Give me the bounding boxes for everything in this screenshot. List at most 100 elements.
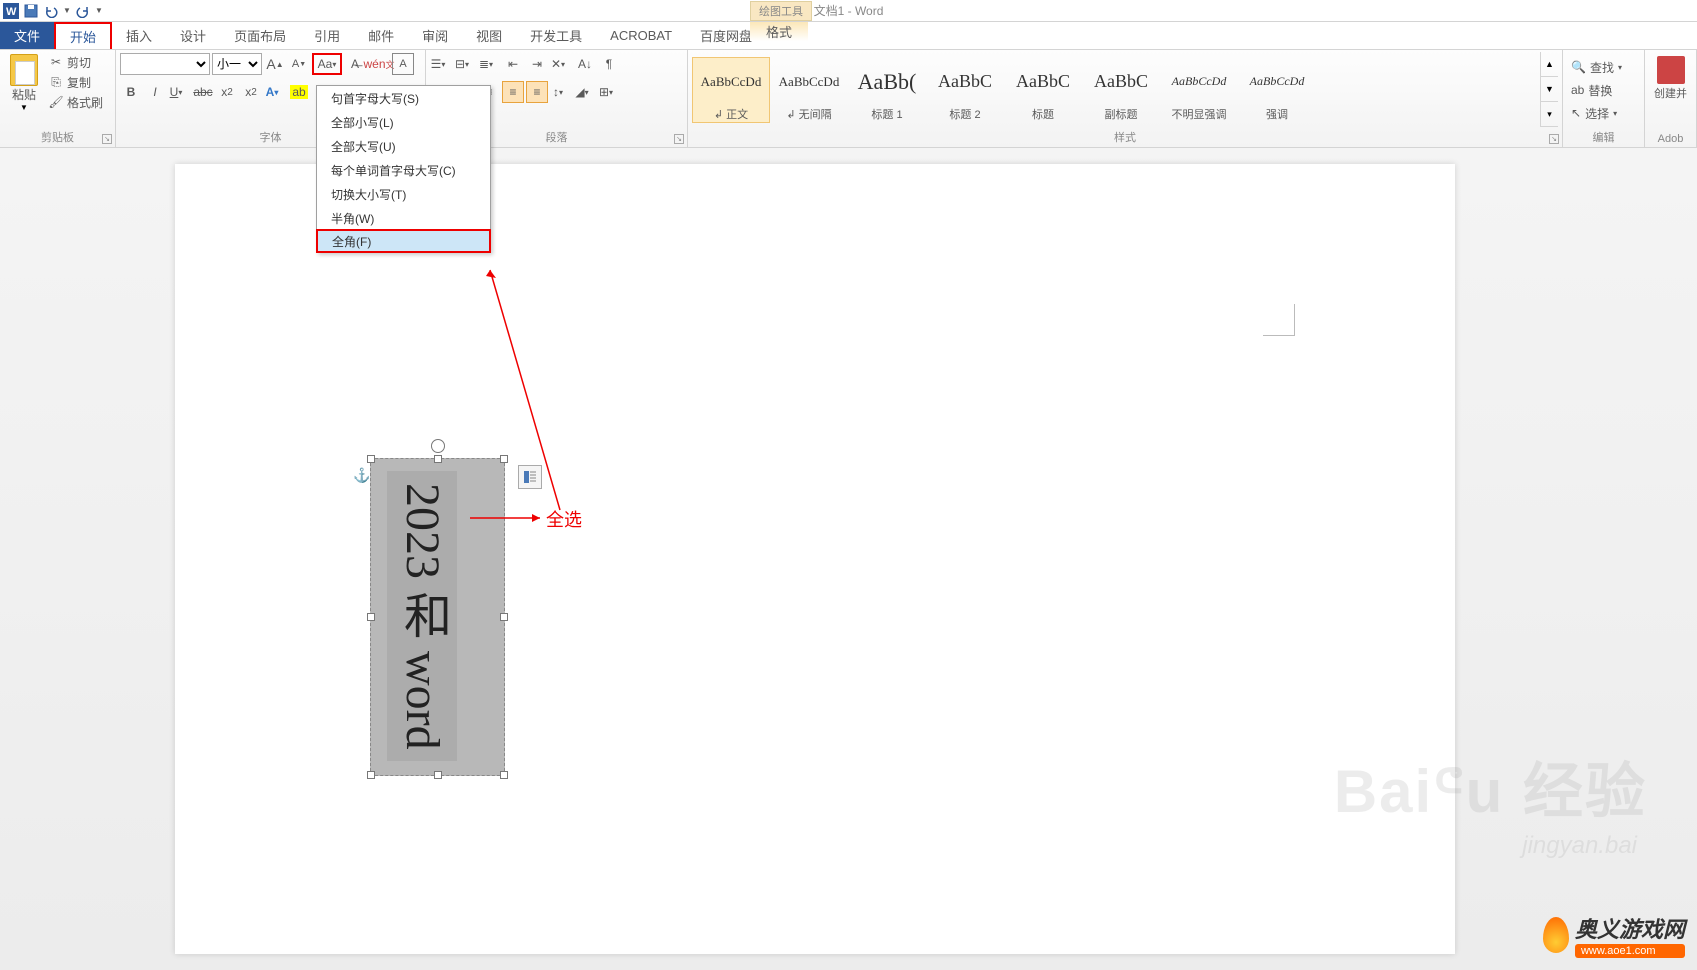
highlight-button[interactable]: ab [288,81,310,103]
document-title: 文档1 - Word [814,2,884,19]
resize-handle-ml[interactable] [367,613,375,621]
watermark-main: Baiᕪu 经验 [1334,743,1647,830]
tab-review[interactable]: 审阅 [408,22,462,49]
phonetic-guide-button[interactable]: wén文 [368,53,390,75]
styles-gallery: AaBbCcDd↲ 正文AaBbCcDd↲ 无间隔AaBb(标题 1AaBbC标… [692,52,1538,127]
annotation-arrow-2 [470,510,550,526]
case-lowercase[interactable]: 全部小写(L) [317,110,490,134]
replace-button[interactable]: ab替换 [1567,79,1640,101]
undo-dropdown-icon[interactable]: ▼ [62,2,72,20]
group-editing: 🔍查找▾ ab替换 ↖选择▾ 编辑 [1563,50,1645,147]
style-item-3[interactable]: AaBbC标题 2 [926,57,1004,123]
redo-icon[interactable] [74,2,92,20]
resize-handle-br[interactable] [500,771,508,779]
tab-developer[interactable]: 开发工具 [516,22,596,49]
strikethrough-button[interactable]: abc [192,81,214,103]
style-item-1[interactable]: AaBbCcDd↲ 无间隔 [770,57,848,123]
resize-handle-tl[interactable] [367,455,375,463]
find-button[interactable]: 🔍查找▾ [1567,56,1640,78]
tab-references[interactable]: 引用 [300,22,354,49]
style-item-6[interactable]: AaBbCcDd不明显强调 [1160,57,1238,123]
select-button[interactable]: ↖选择▾ [1567,102,1640,124]
font-size-select[interactable]: 小一 [212,53,262,75]
copy-button[interactable]: ⎘复制 [46,72,105,92]
font-name-select[interactable] [120,53,210,75]
create-pdf-icon[interactable] [1657,56,1685,84]
case-sentence[interactable]: 句首字母大写(S) [317,86,490,110]
subscript-button[interactable]: x2 [216,81,238,103]
annotation-label: 全选 [546,506,582,532]
undo-icon[interactable] [42,2,60,20]
case-full-width[interactable]: 全角(F) [316,229,491,253]
decrease-indent-button[interactable]: ⇤ [502,53,524,75]
group-adobe: 创建并 Adob [1645,50,1697,147]
rotate-handle[interactable] [431,439,445,453]
resize-handle-mr[interactable] [500,613,508,621]
show-marks-button[interactable]: ¶ [598,53,620,75]
case-uppercase[interactable]: 全部大写(U) [317,134,490,158]
sort-button[interactable]: A↓ [574,53,596,75]
title-bar: W ▼ ▼ 文档1 - Word 绘图工具 [0,0,1697,22]
superscript-button[interactable]: x2 [240,81,262,103]
numbering-button[interactable]: ⊟▾ [454,53,476,75]
style-item-4[interactable]: AaBbC标题 [1004,57,1082,123]
ribbon-tabs: 文件 开始 插入 设计 页面布局 引用 邮件 审阅 视图 开发工具 ACROBA… [0,22,1697,50]
paragraph-dialog-launcher[interactable]: ↘ [674,134,684,144]
qat-customize-icon[interactable]: ▼ [94,2,104,20]
style-item-5[interactable]: AaBbC副标题 [1082,57,1160,123]
gallery-scroll-down[interactable]: ▼ [1541,77,1558,102]
clipboard-dialog-launcher[interactable]: ↘ [102,134,112,144]
tab-insert[interactable]: 插入 [112,22,166,49]
character-border-button[interactable]: A [392,53,414,75]
bold-button[interactable]: B [120,81,142,103]
line-spacing-button[interactable]: ↕▾ [550,81,572,103]
case-capitalize-each[interactable]: 每个单词首字母大写(C) [317,158,490,182]
tab-home[interactable]: 开始 [54,22,112,49]
styles-dialog-launcher[interactable]: ↘ [1549,134,1559,144]
grow-font-button[interactable]: A▲ [264,53,286,75]
word-app-icon[interactable]: W [2,2,20,20]
tab-acrobat[interactable]: ACROBAT [596,22,686,49]
borders-button[interactable]: ⊞▾ [598,81,620,103]
distribute-button[interactable]: ≡ [526,81,548,103]
page[interactable] [175,164,1455,954]
shrink-font-button[interactable]: A▼ [288,53,310,75]
shading-button[interactable]: ◢▾ [574,81,596,103]
resize-handle-mb[interactable] [434,771,442,779]
style-item-7[interactable]: AaBbCcDd强调 [1238,57,1316,123]
paste-icon [10,54,38,86]
italic-button[interactable]: I [144,81,166,103]
text-effects-button[interactable]: A▾ [264,81,286,103]
tab-format[interactable]: 格式 [750,22,808,41]
group-styles: AaBbCcDd↲ 正文AaBbCcDd↲ 无间隔AaBb(标题 1AaBbC标… [688,50,1563,147]
style-item-0[interactable]: AaBbCcDd↲ 正文 [692,57,770,123]
tab-page-layout[interactable]: 页面布局 [220,22,300,49]
save-icon[interactable] [22,2,40,20]
group-clipboard: 粘贴 ▼ ✂剪切 ⎘复制 🖌格式刷 剪贴板 ↘ [0,50,116,147]
bullets-button[interactable]: ☰▾ [430,53,452,75]
paste-button[interactable]: 粘贴 ▼ [4,52,44,112]
tab-mailings[interactable]: 邮件 [354,22,408,49]
resize-handle-mt[interactable] [434,455,442,463]
tab-view[interactable]: 视图 [462,22,516,49]
justify-button[interactable]: ≡ [502,81,524,103]
cut-button[interactable]: ✂剪切 [46,52,105,72]
gallery-scroll-up[interactable]: ▲ [1541,52,1558,77]
vertical-text-content[interactable]: 2023 和 word [387,471,457,761]
asian-layout-button[interactable]: ✕▾ [550,53,572,75]
format-painter-button[interactable]: 🖌格式刷 [46,92,105,112]
style-item-2[interactable]: AaBb(标题 1 [848,57,926,123]
gallery-expand[interactable]: ▾ [1541,102,1558,127]
quick-access-toolbar: W ▼ ▼ [0,2,104,20]
case-toggle[interactable]: 切换大小写(T) [317,182,490,206]
paste-label: 粘贴 [12,86,36,103]
logo-text: 奥义游戏网 [1575,912,1685,944]
increase-indent-button[interactable]: ⇥ [526,53,548,75]
case-half-width[interactable]: 半角(W) [317,206,490,230]
tab-file[interactable]: 文件 [0,22,54,49]
change-case-button[interactable]: Aa▾ [312,53,342,75]
tab-design[interactable]: 设计 [166,22,220,49]
resize-handle-bl[interactable] [367,771,375,779]
multilevel-list-button[interactable]: ≣▾ [478,53,500,75]
underline-button[interactable]: U▾ [168,81,190,103]
